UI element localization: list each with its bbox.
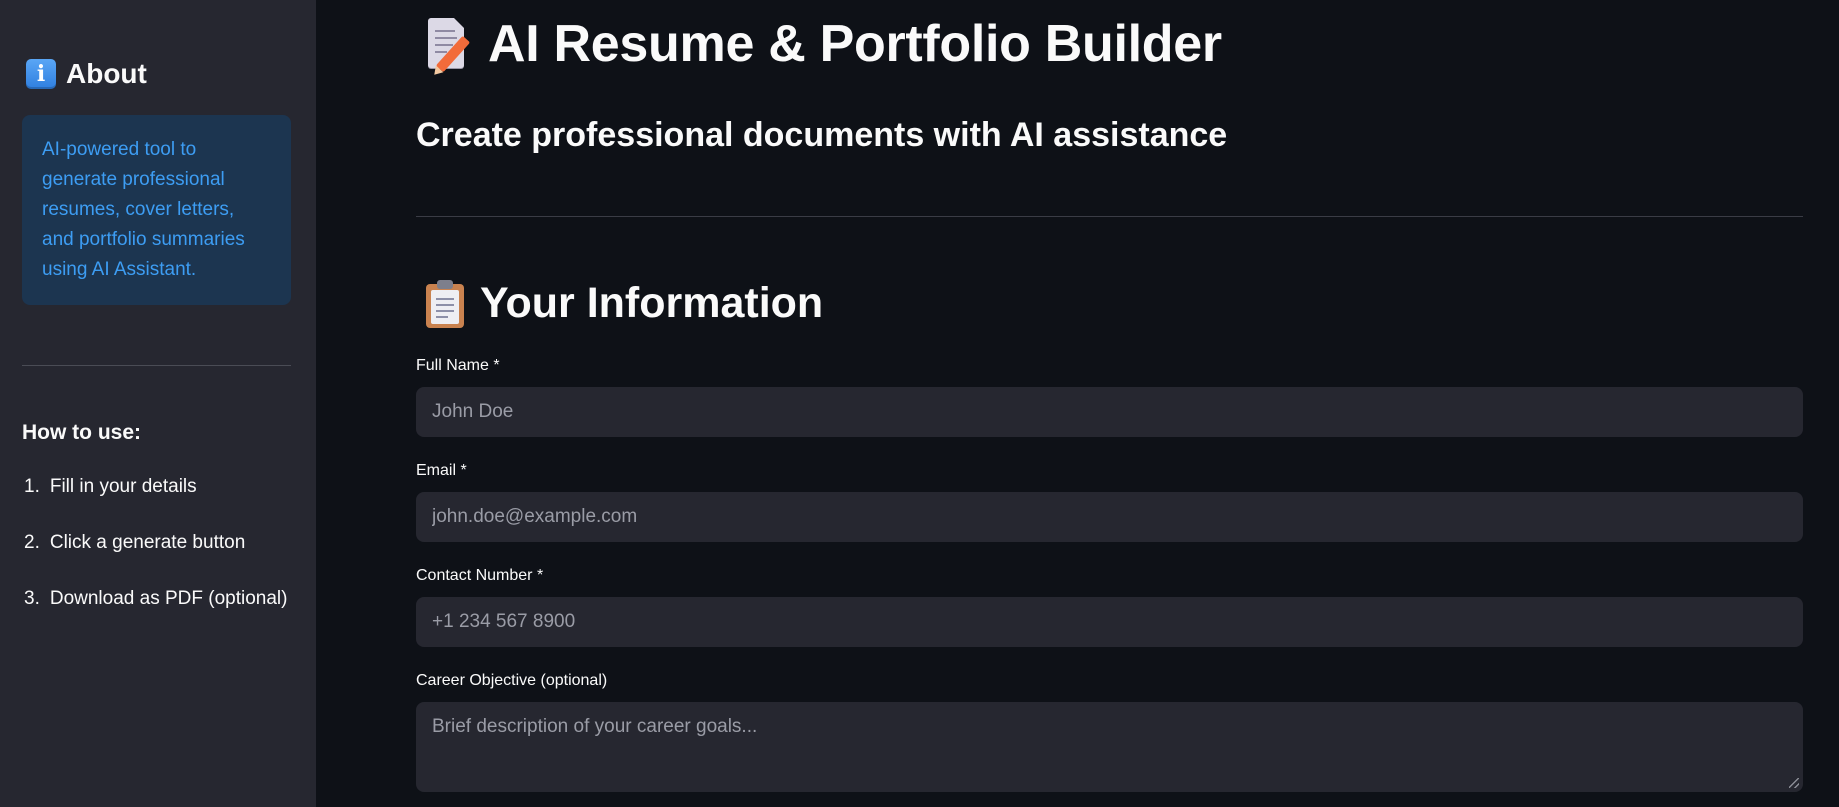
clipboard-line bbox=[436, 297, 454, 300]
memo-line bbox=[435, 37, 457, 39]
page-title-row: AI Resume & Portfolio Builder bbox=[426, 14, 1222, 74]
email-input[interactable] bbox=[416, 492, 1803, 542]
sidebar-divider bbox=[22, 365, 291, 366]
about-heading: i About bbox=[26, 58, 147, 90]
info-alert-box: AI-powered tool to generate professional… bbox=[22, 115, 291, 305]
resize-handle-icon[interactable] bbox=[1789, 778, 1799, 788]
section-heading: Your Information bbox=[426, 279, 823, 328]
list-item: 1. Fill in your details bbox=[24, 472, 287, 528]
step-text: Click a generate button bbox=[49, 532, 246, 553]
email-label: Email * bbox=[416, 462, 467, 479]
memo-line bbox=[435, 51, 447, 53]
clipboard-clip bbox=[437, 279, 453, 289]
clipboard-paper bbox=[431, 289, 459, 324]
career-objective-wrapper bbox=[416, 702, 1803, 792]
main-divider bbox=[416, 216, 1803, 217]
info-text: AI-powered tool to generate professional… bbox=[42, 139, 245, 280]
step-number: 2. bbox=[24, 532, 40, 553]
page-subtitle: Create professional documents with AI as… bbox=[416, 116, 1228, 154]
step-number: 1. bbox=[24, 476, 40, 497]
career-objective-textarea[interactable] bbox=[416, 702, 1803, 792]
main-content[interactable]: AI Resume & Portfolio Builder Create pro… bbox=[316, 0, 1839, 807]
sidebar: i About AI-powered tool to generate prof… bbox=[0, 0, 316, 807]
page-title: AI Resume & Portfolio Builder bbox=[488, 15, 1222, 73]
clipboard-icon bbox=[426, 279, 464, 328]
step-text: Fill in your details bbox=[49, 476, 197, 497]
list-item: 2. Click a generate button bbox=[24, 528, 287, 584]
clipboard-line bbox=[436, 303, 454, 306]
contact-label: Contact Number * bbox=[416, 567, 544, 584]
app: i About AI-powered tool to generate prof… bbox=[0, 0, 1839, 807]
section-title: Your Information bbox=[480, 279, 824, 327]
full-name-label: Full Name * bbox=[416, 357, 500, 374]
clipboard-line bbox=[436, 309, 454, 312]
memo-icon bbox=[426, 16, 471, 73]
step-text: Download as PDF (optional) bbox=[49, 588, 288, 609]
about-title: About bbox=[66, 58, 147, 89]
howto-title: How to use: bbox=[22, 421, 141, 444]
contact-number-input[interactable] bbox=[416, 597, 1803, 647]
memo-line bbox=[435, 30, 455, 32]
step-number: 3. bbox=[24, 588, 40, 609]
info-icon: i bbox=[26, 59, 56, 89]
howto-list: 1. Fill in your details 2. Click a gener… bbox=[24, 472, 287, 640]
list-item: 3. Download as PDF (optional) bbox=[24, 584, 287, 640]
memo-line bbox=[435, 44, 453, 46]
career-objective-label: Career Objective (optional) bbox=[416, 672, 608, 689]
full-name-input[interactable] bbox=[416, 387, 1803, 437]
clipboard-line bbox=[436, 315, 448, 318]
